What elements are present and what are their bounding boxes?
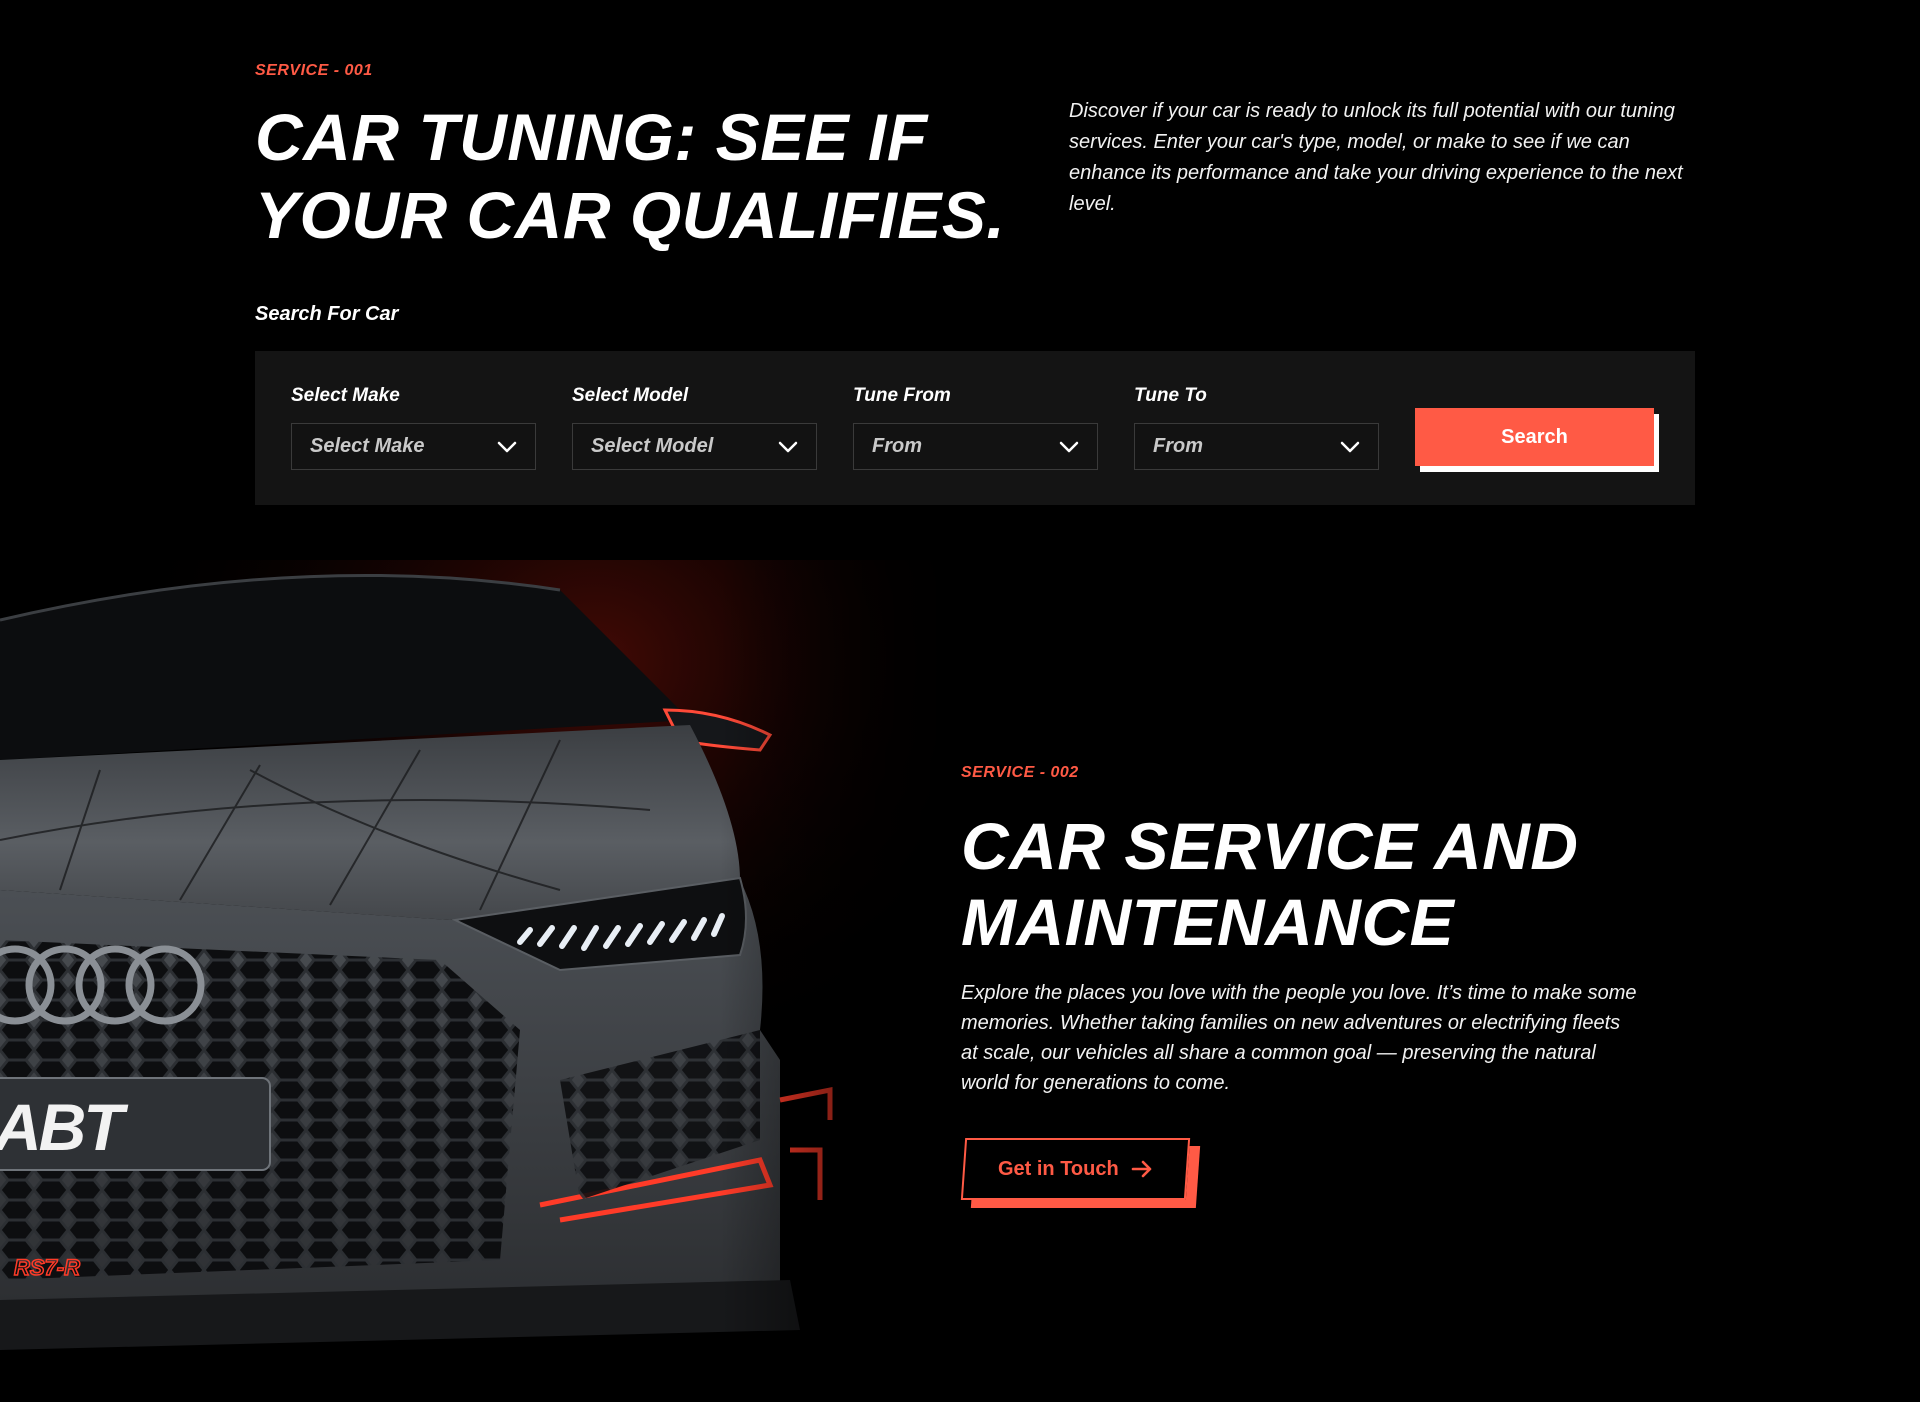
get-in-touch-label: Get in Touch [998,1157,1119,1180]
tune-to-select[interactable]: From [1134,423,1379,470]
search-label: Search For Car [255,303,399,325]
chevron-down-icon [1059,441,1079,452]
make-select-value: Select Make [310,435,425,457]
service-title-line1: CAR SERVICE AND [961,809,1579,883]
tune-from-label: Tune From [853,385,951,406]
tune-from-select[interactable]: From [853,423,1098,470]
service-title-line2: MAINTENANCE [961,885,1455,959]
service-description: Explore the places you love with the peo… [961,982,1637,1094]
car-photo: ABT RS7-R [0,560,960,1402]
tuning-title-line2: YOUR CAR QUALIFIES. [255,178,1006,252]
chevron-down-icon [497,441,517,452]
tuning-intro: Discover if your car is ready to unlock … [1069,100,1683,215]
model-field-label: Select Model [572,385,689,406]
get-in-touch-wrap: Get in Touch [960,1138,1201,1210]
car-illustration: ABT RS7-R [0,560,960,1402]
arrow-right-icon [1131,1160,1152,1178]
tuning-title: CAR TUNING: SEE IF YOUR CAR QUALIFIES. [255,98,1015,254]
tune-from-field: Tune From From [853,385,1098,470]
tune-to-label: Tune To [1134,385,1207,406]
service-title: CAR SERVICE AND MAINTENANCE [961,808,1641,960]
get-in-touch-button[interactable]: Get in Touch [960,1138,1191,1200]
make-select[interactable]: Select Make [291,423,536,470]
service-eyebrow: SERVICE - 002 [961,764,1079,781]
tune-to-field: Tune To From [1134,385,1379,470]
search-button[interactable]: Search [1415,408,1654,466]
search-panel: Select Make Select Make Select Model Sel… [255,351,1695,505]
tune-from-value: From [872,435,922,457]
tune-to-value: From [1153,435,1203,457]
tuning-eyebrow: SERVICE - 001 [255,62,373,79]
page: SERVICE - 001 CAR TUNING: SEE IF YOUR CA… [0,0,1920,1402]
chevron-down-icon [778,441,798,452]
search-button-wrap: Search [1415,408,1659,472]
model-select[interactable]: Select Model [572,423,817,470]
tuning-title-line1: CAR TUNING: SEE IF [255,100,928,174]
make-field-label: Select Make [291,385,400,406]
chevron-down-icon [1340,441,1360,452]
make-field: Select Make Select Make [291,385,536,470]
model-select-value: Select Model [591,435,714,457]
model-field: Select Model Select Model [572,385,817,470]
